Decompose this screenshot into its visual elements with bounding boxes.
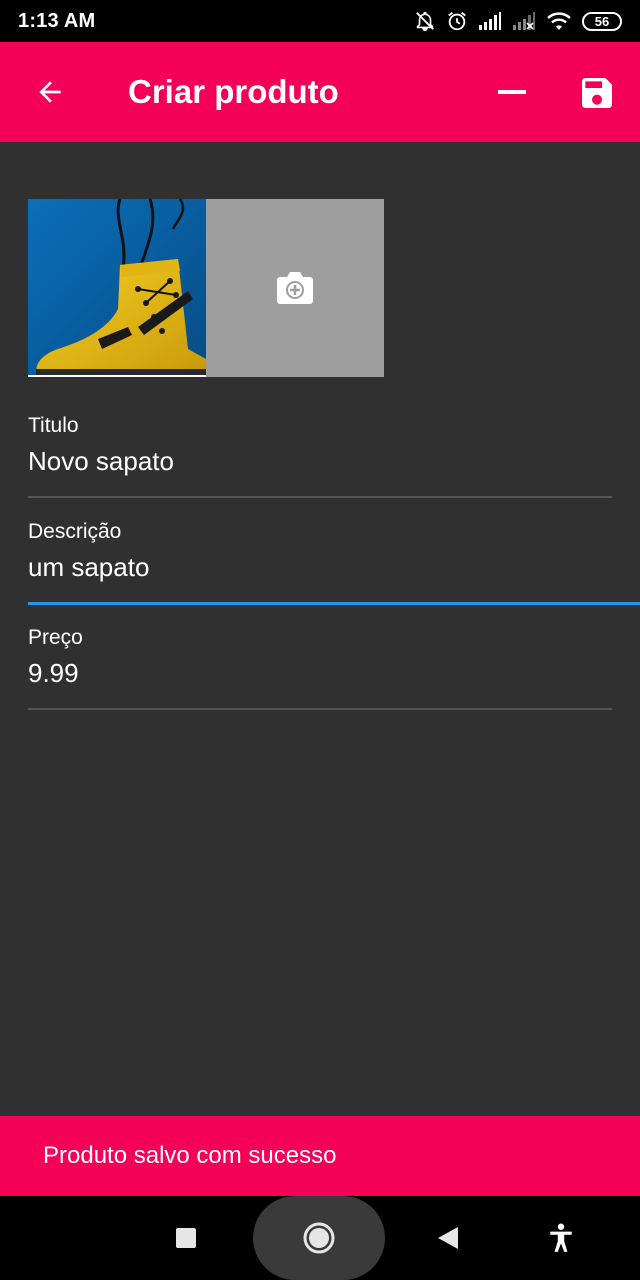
recents-button[interactable] (170, 1222, 202, 1254)
triangle-back-icon (438, 1227, 458, 1249)
back-nav-button[interactable] (432, 1222, 464, 1254)
status-time: 1:13 AM (18, 10, 96, 32)
arrow-back-icon (39, 81, 61, 103)
battery-level: 56 (594, 13, 610, 29)
square-icon (176, 1228, 196, 1248)
signal-icon (479, 12, 501, 30)
title-field[interactable]: Titulo Novo sapato (28, 414, 612, 498)
battery-indicator: 56 (582, 11, 622, 31)
description-underline-focused (28, 602, 640, 605)
price-field[interactable]: Preço 9.99 (28, 626, 612, 712)
status-bar: 1:13 AM 56 (0, 0, 640, 42)
system-nav-bar (0, 1196, 640, 1280)
title-input[interactable]: Novo sapato (28, 446, 612, 477)
snackbar: Produto salvo com sucesso (0, 1116, 640, 1196)
description-field[interactable]: Descrição um sapato (28, 520, 640, 606)
product-images (28, 199, 384, 377)
remove-button[interactable] (490, 72, 534, 112)
app-bar: Criar produto (0, 42, 640, 142)
title-underline (28, 496, 612, 498)
home-circle-icon (303, 1222, 335, 1254)
save-icon (582, 78, 612, 108)
description-label: Descrição (28, 520, 122, 543)
save-button[interactable] (574, 70, 620, 116)
photo-selected-indicator (28, 375, 206, 377)
add-a-photo-icon (277, 272, 313, 304)
add-photo-button[interactable] (206, 199, 384, 377)
price-label: Preço (28, 626, 83, 649)
signal-weak-icon (513, 12, 535, 30)
notifications-off-icon (416, 11, 434, 31)
boot-photo-image (28, 199, 206, 377)
back-button[interactable] (30, 72, 70, 112)
minus-icon (498, 90, 526, 94)
price-input[interactable]: 9.99 (28, 658, 612, 689)
page-title: Criar produto (128, 73, 339, 110)
status-icons: 56 (414, 8, 622, 34)
snackbar-message: Produto salvo com sucesso (43, 1142, 337, 1169)
product-photo[interactable] (28, 199, 206, 377)
accessibility-icon (550, 1223, 572, 1252)
home-button[interactable] (253, 1196, 385, 1280)
price-underline (28, 708, 612, 710)
alarm-icon (448, 12, 466, 31)
wifi-icon (547, 12, 571, 30)
title-label: Titulo (28, 414, 79, 437)
description-input[interactable]: um sapato (28, 552, 612, 583)
accessibility-button[interactable] (544, 1220, 578, 1256)
